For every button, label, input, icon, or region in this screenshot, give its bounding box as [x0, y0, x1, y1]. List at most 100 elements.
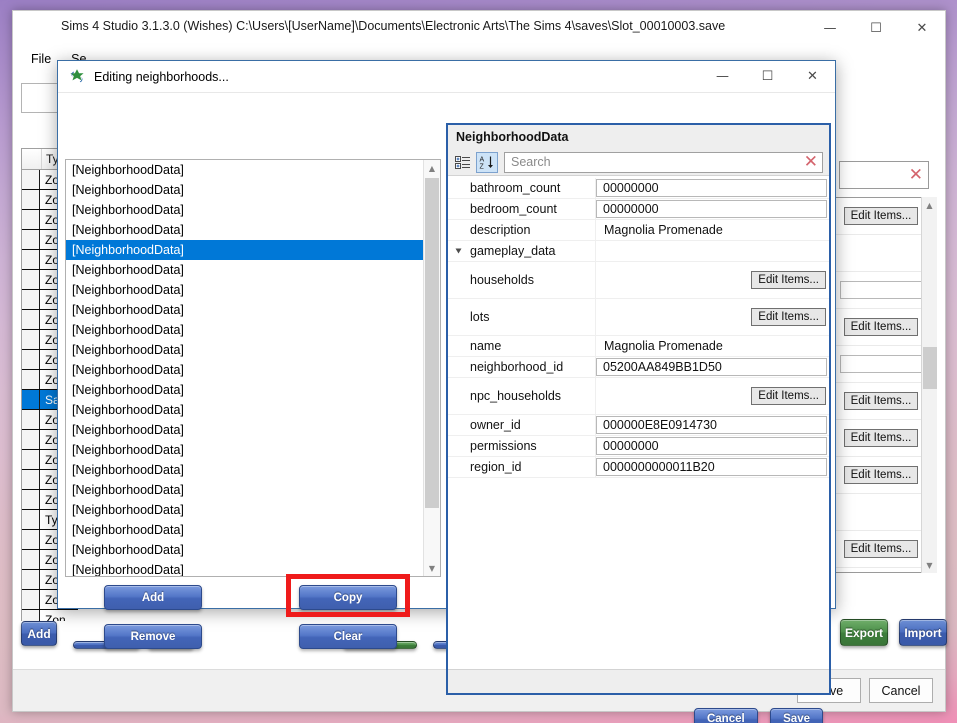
- property-value[interactable]: Magnolia Promenade: [596, 336, 829, 356]
- row-selector[interactable]: [22, 470, 40, 489]
- main-add-button[interactable]: Add: [21, 621, 57, 646]
- row-selector[interactable]: [22, 410, 40, 429]
- row-selector[interactable]: [22, 430, 40, 449]
- main-close-button[interactable]: ✕: [899, 11, 945, 45]
- row-selector[interactable]: [22, 350, 40, 369]
- menu-item-file[interactable]: File: [21, 48, 61, 70]
- list-item[interactable]: [NeighborhoodData]: [66, 340, 423, 360]
- edit-items-button[interactable]: Edit Items...: [843, 318, 919, 336]
- list-item[interactable]: [NeighborhoodData]: [66, 480, 423, 500]
- dialog-minimize-button[interactable]: —: [700, 61, 745, 92]
- neighborhood-property-panel: NeighborhoodData A Z Search ✕ bathroom_c…: [446, 123, 831, 695]
- edit-items-button[interactable]: Edit Items...: [751, 387, 826, 405]
- row-selector[interactable]: [22, 310, 40, 329]
- row-selector[interactable]: [22, 490, 40, 509]
- row-selector[interactable]: [22, 570, 40, 589]
- property-value-input[interactable]: 00000000: [596, 437, 827, 455]
- property-search-input[interactable]: [509, 154, 804, 170]
- list-item[interactable]: [NeighborhoodData]: [66, 440, 423, 460]
- row-selector[interactable]: [22, 590, 40, 609]
- scroll-down-arrow-icon[interactable]: ▼: [922, 557, 937, 573]
- row-selector[interactable]: [22, 550, 40, 569]
- list-item[interactable]: [NeighborhoodData]: [66, 380, 423, 400]
- property-value-input[interactable]: 00000000: [596, 179, 827, 197]
- list-item[interactable]: [NeighborhoodData]: [66, 560, 423, 576]
- edit-items-button[interactable]: Edit Items...: [843, 207, 919, 225]
- list-item[interactable]: [NeighborhoodData]: [66, 360, 423, 380]
- property-value[interactable]: Magnolia Promenade: [596, 220, 829, 240]
- row-selector[interactable]: [22, 230, 40, 249]
- row-selector[interactable]: [22, 250, 40, 269]
- list-item[interactable]: [NeighborhoodData]: [66, 280, 423, 300]
- list-item[interactable]: [NeighborhoodData]: [66, 500, 423, 520]
- main-maximize-button[interactable]: ☐: [853, 11, 899, 45]
- list-item[interactable]: [NeighborhoodData]: [66, 320, 423, 340]
- main-property-grid-scrollbar[interactable]: ▲ ▼: [921, 197, 937, 573]
- list-item[interactable]: [NeighborhoodData]: [66, 400, 423, 420]
- scrollbar-thumb[interactable]: [923, 347, 937, 389]
- categorized-view-icon[interactable]: [452, 152, 474, 173]
- row-selector[interactable]: [22, 330, 40, 349]
- row-selector[interactable]: [22, 290, 40, 309]
- property-search-box[interactable]: ✕: [504, 151, 823, 173]
- list-item[interactable]: [NeighborhoodData]: [66, 260, 423, 280]
- edit-items-button[interactable]: Edit Items...: [751, 271, 826, 289]
- list-item[interactable]: [NeighborhoodData]: [66, 420, 423, 440]
- neighborhood-list[interactable]: [NeighborhoodData] [NeighborhoodData] [Nei…: [65, 159, 441, 577]
- scroll-up-arrow-icon[interactable]: ▲: [424, 160, 440, 176]
- main-export-button[interactable]: Export: [840, 619, 888, 646]
- row-selector[interactable]: [22, 210, 40, 229]
- edit-items-button[interactable]: Edit Items...: [843, 540, 919, 558]
- scroll-down-arrow-icon[interactable]: ▼: [424, 560, 440, 576]
- edit-items-button[interactable]: Edit Items...: [751, 308, 826, 326]
- property-value-input[interactable]: 0000000000011B20: [596, 458, 827, 476]
- list-item[interactable]: [NeighborhoodData]: [66, 520, 423, 540]
- dialog-cancel-button[interactable]: Cancel: [693, 708, 758, 723]
- row-selector[interactable]: [22, 510, 40, 529]
- row-selector[interactable]: [22, 450, 40, 469]
- property-value[interactable]: [596, 241, 829, 261]
- dialog-window-controls: — ☐ ✕: [700, 61, 835, 92]
- list-item[interactable]: [NeighborhoodData]: [66, 200, 423, 220]
- list-item[interactable]: [NeighborhoodData]: [66, 180, 423, 200]
- row-selector[interactable]: [22, 530, 40, 549]
- property-label[interactable]: gameplay_data: [448, 241, 596, 261]
- clear-search-icon[interactable]: ✕: [804, 153, 818, 171]
- list-item[interactable]: [NeighborhoodData]: [66, 220, 423, 240]
- edit-items-button[interactable]: Edit Items...: [843, 392, 919, 410]
- dialog-maximize-button[interactable]: ☐: [745, 61, 790, 92]
- dialog-save-button[interactable]: Save: [770, 708, 823, 723]
- copy-button[interactable]: Copy: [299, 585, 397, 610]
- scroll-up-arrow-icon[interactable]: ▲: [922, 197, 937, 213]
- remove-button[interactable]: Remove: [104, 624, 202, 649]
- row-selector[interactable]: [22, 370, 40, 389]
- list-item[interactable]: [NeighborhoodData]: [66, 240, 423, 260]
- main-property-value[interactable]: [840, 281, 922, 299]
- dialog-close-button[interactable]: ✕: [790, 61, 835, 92]
- main-property-value[interactable]: [840, 355, 922, 373]
- main-cancel-button[interactable]: Cancel: [869, 678, 933, 703]
- property-value-input[interactable]: 00000000: [596, 200, 827, 218]
- row-selector[interactable]: [22, 170, 40, 189]
- list-item[interactable]: [NeighborhoodData]: [66, 460, 423, 480]
- alphabetical-sort-icon[interactable]: A Z: [476, 151, 498, 173]
- row-selector[interactable]: [22, 390, 40, 409]
- clear-search-icon[interactable]: ✕: [909, 166, 923, 184]
- edit-items-button[interactable]: Edit Items...: [843, 466, 919, 484]
- row-selector[interactable]: [22, 270, 40, 289]
- row-selector[interactable]: [22, 190, 40, 209]
- list-item[interactable]: [NeighborhoodData]: [66, 160, 423, 180]
- neighborhood-list-scrollbar[interactable]: ▲ ▼: [423, 160, 440, 576]
- add-button[interactable]: Add: [104, 585, 202, 610]
- scrollbar-thumb[interactable]: [425, 178, 439, 508]
- clear-button[interactable]: Clear: [299, 624, 397, 649]
- list-item[interactable]: [NeighborhoodData]: [66, 540, 423, 560]
- main-right-search-input[interactable]: ✕: [839, 161, 929, 189]
- main-import-button[interactable]: Import: [899, 619, 947, 646]
- property-value-input[interactable]: 05200AA849BB1D50: [596, 358, 827, 376]
- edit-items-button[interactable]: Edit Items...: [843, 429, 919, 447]
- main-minimize-button[interactable]: —: [807, 11, 853, 45]
- list-item[interactable]: [NeighborhoodData]: [66, 300, 423, 320]
- property-label: description: [448, 220, 596, 240]
- property-value-input[interactable]: 000000E8E0914730: [596, 416, 827, 434]
